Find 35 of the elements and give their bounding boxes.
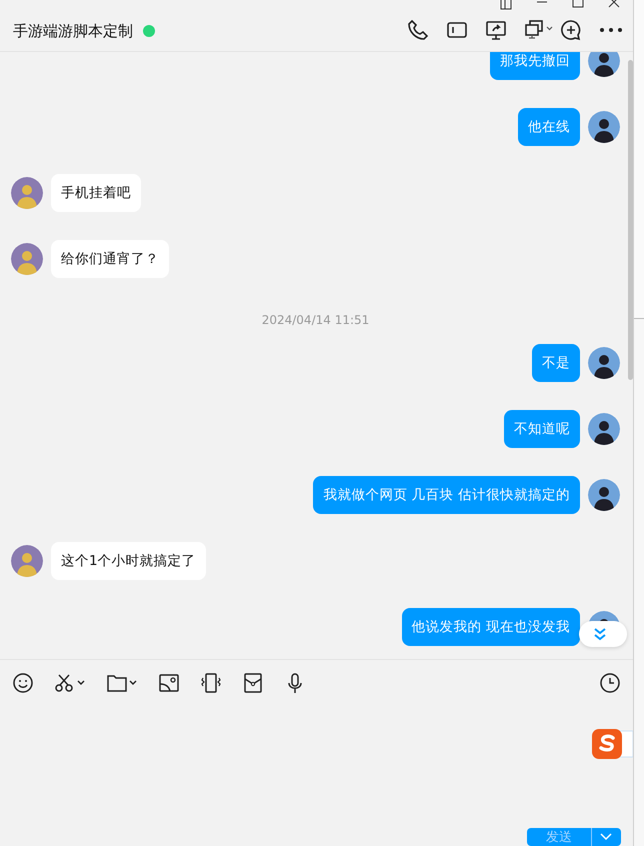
jump-to-latest-toast[interactable] xyxy=(579,621,628,647)
avatar[interactable] xyxy=(588,111,620,143)
send-button[interactable]: 发送 xyxy=(527,828,621,846)
screen-share-icon[interactable] xyxy=(485,19,508,41)
message-bubble[interactable]: 手机挂着吧 xyxy=(51,174,141,212)
scrollbar[interactable] xyxy=(628,60,634,380)
message-bubble[interactable]: 不是 xyxy=(532,344,580,382)
message-bubble[interactable]: 我就做个网页 几百块 估计很快就搞定的 xyxy=(313,476,580,514)
message-input[interactable]: 发送 xyxy=(0,705,634,846)
emoji-icon[interactable] xyxy=(12,672,34,694)
sidebar-toggle-icon[interactable] xyxy=(499,0,514,10)
close-icon[interactable] xyxy=(607,0,622,10)
message-bubble[interactable]: 不知道呢 xyxy=(504,410,580,448)
chat-title: 手游端游脚本定制 xyxy=(13,22,133,41)
avatar[interactable] xyxy=(588,52,620,77)
image-icon[interactable] xyxy=(158,672,180,694)
message-bubble[interactable]: 给你们通宵了？ xyxy=(51,240,169,278)
timestamp: 2024/04/14 11:51 xyxy=(260,313,370,327)
vibrate-icon[interactable] xyxy=(200,672,222,694)
double-chevron-icon xyxy=(593,627,608,641)
avatar[interactable] xyxy=(588,347,620,379)
clock-icon[interactable] xyxy=(599,672,622,694)
envelope-icon[interactable] xyxy=(242,672,264,694)
message-bubble[interactable]: 他在线 xyxy=(518,108,580,146)
video-camera-icon[interactable] xyxy=(446,19,468,41)
message-bubble[interactable]: 这个1个小时就搞定了 xyxy=(51,542,206,580)
message-bubble[interactable]: 他说发我的 现在也没发我 xyxy=(402,608,580,646)
add-chat-icon[interactable] xyxy=(560,19,582,41)
remote-desktop-icon[interactable] xyxy=(524,19,554,41)
avatar[interactable] xyxy=(588,479,620,511)
maximize-icon[interactable] xyxy=(571,0,586,10)
avatar[interactable] xyxy=(588,413,620,445)
ime-icon[interactable] xyxy=(592,729,634,759)
message-bubble[interactable]: 那我先撤回 xyxy=(490,52,580,80)
phone-icon[interactable] xyxy=(407,19,430,41)
